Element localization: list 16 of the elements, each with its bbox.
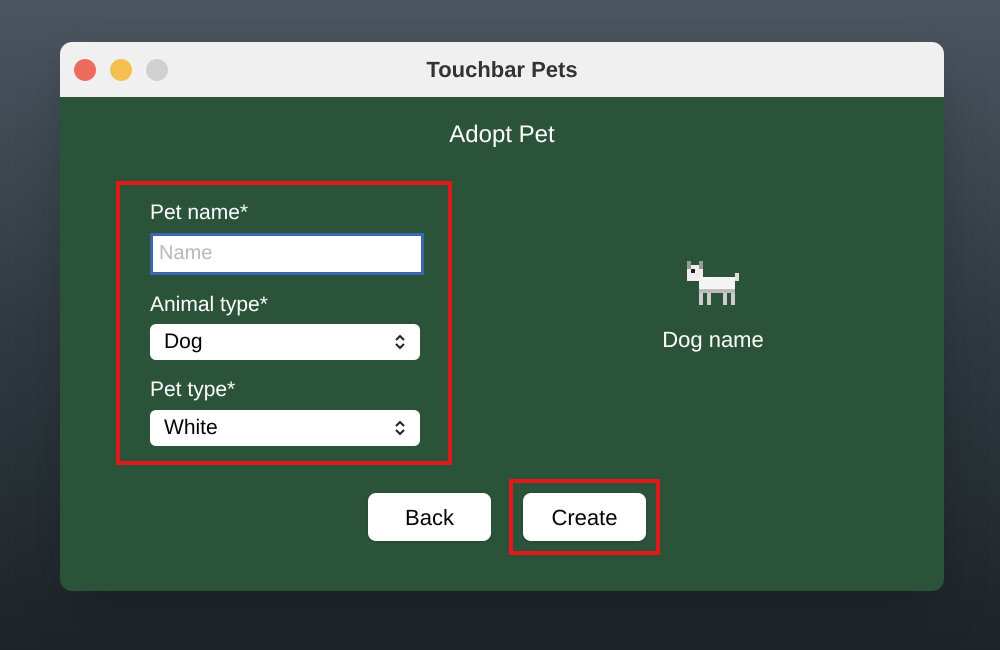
dropdown[interactable]: Dog [150,324,420,360]
chevron-updown-icon [394,418,406,436]
pet-name-field[interactable]: Name [150,232,424,274]
field-label: Pet type* [150,377,236,403]
field-label: Animal type* [150,292,269,318]
pet-name-caption: Dog name [662,326,764,354]
close-button[interactable] [74,58,96,80]
dialog-button[interactable]: Create [523,493,646,541]
chevron-updown-icon [394,333,406,351]
zoom-button[interactable] [146,58,168,80]
dialog-button[interactable]: Back [368,493,491,541]
window-title: Touchbar Pets [426,56,578,84]
dropdown[interactable]: White [150,410,420,446]
page-heading: Adopt Pet [449,120,555,150]
field-label: Pet name* [150,200,250,226]
minimize-button[interactable] [110,58,132,80]
